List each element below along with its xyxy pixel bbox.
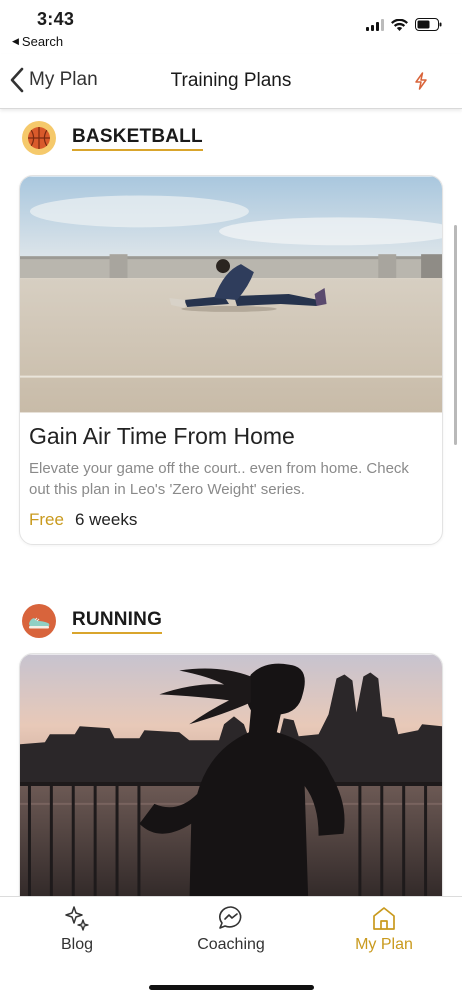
lightning-bolt-icon [415,72,427,90]
plan-card-image [20,176,442,413]
basketball-icon [28,127,50,149]
lightning-button[interactable] [414,72,428,95]
chat-bubble-icon [219,906,242,929]
cellular-signal-icon [366,18,384,31]
plan-card-gain-air-time[interactable]: Gain Air Time From Home Elevate your gam… [19,175,443,545]
scroll-indicator [454,225,457,445]
section-header-running: RUNNING [22,604,163,638]
home-indicator[interactable] [149,985,314,990]
section-title-running[interactable]: RUNNING [72,609,163,634]
tab-coaching-label: Coaching [197,936,265,953]
tab-my-plan-label: My Plan [355,936,413,953]
plan-price: Free [29,510,64,529]
basketball-icon-badge [22,121,56,155]
plans-list[interactable]: BASKETBALL Gain Air Time From Home Eleva… [0,110,462,896]
plan-card-meta: Free 6 weeks [29,510,433,530]
back-to-search-link[interactable]: ◀ Search [12,34,63,49]
plan-card-body: Gain Air Time From Home Elevate your gam… [20,413,442,544]
tab-blog-label: Blog [60,936,94,953]
nav-bar: My Plan Training Plans [0,54,462,109]
section-header-basketball: BASKETBALL [22,121,203,155]
sparkle-icon [65,906,89,931]
battery-icon [415,18,442,31]
running-icon-badge [22,604,56,638]
plan-duration: 6 weeks [74,510,138,529]
plan-card-running[interactable] [19,653,443,896]
home-icon [373,907,395,930]
status-bar: 3:43 ◀ Search [0,0,462,54]
back-triangle-icon: ◀ [12,36,19,46]
tab-coaching[interactable]: Coaching [171,905,291,954]
tab-my-plan[interactable]: My Plan [324,905,444,954]
plan-card-running-image [20,654,442,896]
plan-card-description: Elevate your game off the court.. even f… [29,460,409,498]
plan-card-title: Gain Air Time From Home [29,423,295,449]
section-title-basketball[interactable]: BASKETBALL [72,126,203,151]
running-shoe-icon [29,617,50,629]
back-to-search-label: Search [21,34,64,49]
tab-blog[interactable]: Blog [17,905,137,954]
status-icons [366,18,442,31]
wifi-icon [391,18,408,31]
status-time: 3:43 [37,9,75,29]
page-title: Training Plans [170,70,292,91]
